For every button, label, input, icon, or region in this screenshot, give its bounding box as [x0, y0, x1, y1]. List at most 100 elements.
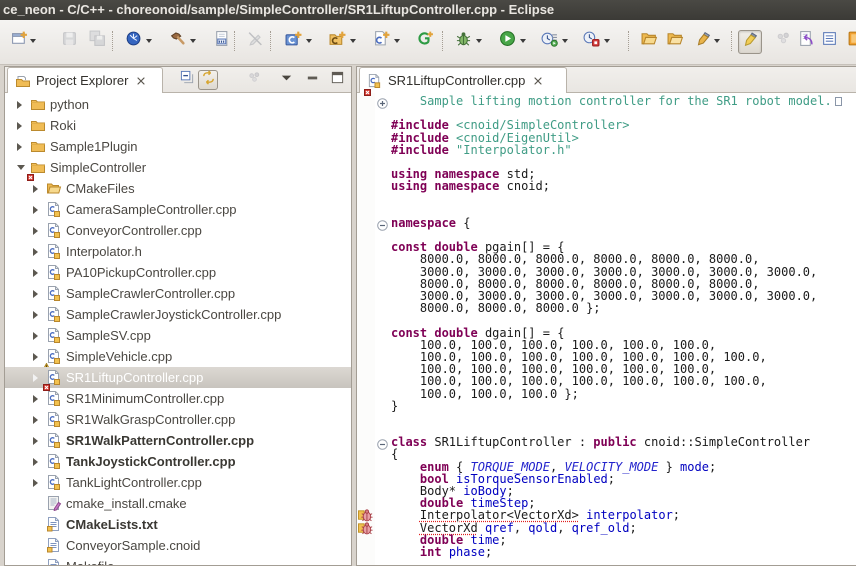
code-line: #include "Interpolator.h" — [391, 144, 842, 156]
expand-arrow[interactable] — [33, 248, 38, 256]
tab-sr1liftupcontroller[interactable]: SR1LiftupController.cpp — [359, 67, 567, 93]
debug-bug-dropdown-arrow[interactable] — [476, 39, 482, 43]
maximize-button[interactable] — [327, 70, 347, 90]
code-line — [391, 193, 842, 205]
collapse-all-button[interactable] — [177, 70, 197, 90]
binary-file-button[interactable] — [210, 30, 232, 52]
expand-arrow[interactable] — [33, 332, 38, 340]
tree-item-python[interactable]: python — [5, 94, 351, 115]
new-c-file-dropdown-arrow[interactable] — [394, 39, 400, 43]
expand-arrow[interactable] — [33, 227, 38, 235]
expand-arrow[interactable] — [33, 458, 38, 466]
view-menu-button[interactable] — [276, 70, 296, 90]
expand-arrow[interactable] — [33, 416, 38, 424]
marker-pen-dropdown-arrow[interactable] — [714, 39, 720, 43]
expand-arrow[interactable] — [33, 206, 38, 214]
fold-collapse-icon[interactable] — [377, 218, 388, 229]
tree-item-sample1plugin[interactable]: Sample1Plugin — [5, 136, 351, 157]
open-folder-button[interactable] — [638, 30, 660, 52]
tree-item-camerasamplecontroller-cpp[interactable]: CameraSampleController.cpp — [5, 199, 351, 220]
expand-arrow[interactable] — [33, 311, 38, 319]
build-hammer-button[interactable] — [166, 30, 188, 52]
run-history-button[interactable] — [538, 30, 560, 52]
terminate-dropdown-arrow[interactable] — [604, 39, 610, 43]
build-hammer-dropdown-arrow[interactable] — [190, 39, 196, 43]
maximize-icon — [330, 70, 345, 90]
fold-expand-icon[interactable] — [377, 96, 388, 107]
new-wizard-button[interactable] — [8, 30, 30, 52]
new-wizard-dropdown-arrow[interactable] — [30, 39, 36, 43]
tree-item-pa10pickupcontroller-cpp[interactable]: PA10PickupController.cpp — [5, 262, 351, 283]
new-c-file-button[interactable] — [370, 30, 392, 52]
outline-list-button[interactable] — [818, 30, 840, 52]
expand-arrow[interactable] — [17, 122, 22, 130]
tree-item-tanklightcontroller-cpp[interactable]: TankLightController.cpp — [5, 472, 351, 493]
new-c-folder-dropdown-arrow[interactable] — [350, 39, 356, 43]
new-wizard-icon — [11, 30, 28, 52]
close-icon[interactable] — [532, 75, 544, 87]
tree-item-cmake-install-cmake[interactable]: cmake_install.cmake — [5, 493, 351, 514]
tab-project-explorer[interactable]: Project Explorer — [7, 67, 163, 93]
expand-arrow[interactable] — [33, 185, 38, 193]
new-c-project-button[interactable] — [282, 30, 304, 52]
expand-arrow[interactable] — [33, 479, 38, 487]
tree-item-label: SampleSV.cpp — [66, 325, 151, 346]
run-button[interactable] — [496, 30, 518, 52]
doc-cpp-icon — [46, 327, 62, 343]
toolbar-separator — [270, 31, 271, 51]
expand-arrow[interactable] — [33, 374, 38, 382]
tree-item-sr1liftupcontroller-cpp[interactable]: SR1LiftupController.cpp — [5, 367, 351, 388]
minimize-button[interactable] — [302, 70, 322, 90]
expand-arrow[interactable] — [33, 290, 38, 298]
tree-item-sr1minimumcontroller-cpp[interactable]: SR1MinimumController.cpp — [5, 388, 351, 409]
tree-item-simplevehicle-cpp[interactable]: SimpleVehicle.cpp — [5, 346, 351, 367]
tree-item-samplecrawlerjoystickcontroller-cpp[interactable]: SampleCrawlerJoystickController.cpp — [5, 304, 351, 325]
tree-item-makefile[interactable]: Makefile — [5, 556, 351, 565]
terminate-button[interactable] — [580, 30, 602, 52]
expand-arrow[interactable] — [17, 101, 22, 109]
tree-item-cmakefiles[interactable]: CMakeFiles — [5, 178, 351, 199]
expand-arrow[interactable] — [33, 395, 38, 403]
debug-bug-button[interactable] — [452, 30, 474, 52]
tree-item-cmakelists-txt[interactable]: CMakeLists.txt — [5, 514, 351, 535]
close-icon[interactable] — [135, 75, 147, 87]
tree-item-conveyorcontroller-cpp[interactable]: ConveyorController.cpp — [5, 220, 351, 241]
open-folder-icon — [641, 30, 658, 52]
code-line: } — [391, 400, 842, 412]
tree-item-samplecrawlercontroller-cpp[interactable]: SampleCrawlerController.cpp — [5, 283, 351, 304]
run-history-dropdown-arrow[interactable] — [562, 39, 568, 43]
expand-arrow[interactable] — [33, 269, 38, 277]
link-editor-button[interactable] — [198, 70, 218, 90]
profile-clock-dropdown-arrow[interactable] — [146, 39, 152, 43]
outline-list-icon — [821, 30, 838, 52]
expand-arrow[interactable] — [17, 165, 25, 170]
fold-collapse-icon[interactable] — [377, 437, 388, 448]
tree-item-label: SR1WalkGraspController.cpp — [66, 409, 235, 430]
tree-item-roki[interactable]: Roki — [5, 115, 351, 136]
cpp-file-icon — [367, 73, 383, 89]
profile-clock-button[interactable] — [122, 30, 144, 52]
annotation-ruler — [357, 93, 375, 565]
tree-item-simplecontroller[interactable]: SimpleController — [5, 157, 351, 178]
new-c-folder-button[interactable] — [326, 30, 348, 52]
clipped-button[interactable] — [844, 30, 856, 52]
tree-item-conveyorsample-cnoid[interactable]: ConveyorSample.cnoid — [5, 535, 351, 556]
marker-pen-button[interactable] — [692, 30, 714, 52]
last-edit-button[interactable] — [794, 30, 816, 52]
g-plus-button[interactable] — [414, 30, 436, 52]
expand-arrow[interactable] — [17, 143, 22, 151]
code-editor[interactable]: Sample lifting motion controller for the… — [357, 93, 856, 565]
expand-arrow[interactable] — [33, 353, 38, 361]
tree-item-tankjoystickcontroller-cpp[interactable]: TankJoystickController.cpp — [5, 451, 351, 472]
expand-arrow[interactable] — [33, 437, 38, 445]
run-dropdown-arrow[interactable] — [520, 39, 526, 43]
tree-item-label: ConveyorController.cpp — [66, 220, 202, 241]
tree-item-samplesv-cpp[interactable]: SampleSV.cpp — [5, 325, 351, 346]
new-c-project-dropdown-arrow[interactable] — [306, 39, 312, 43]
open-folder2-button[interactable] — [664, 30, 686, 52]
toolbar-separator — [442, 31, 443, 51]
tree-item-sr1walkpatterncontroller-cpp[interactable]: SR1WalkPatternController.cpp — [5, 430, 351, 451]
tree-item-interpolator-h[interactable]: Interpolator.h — [5, 241, 351, 262]
highlighter-button[interactable] — [738, 30, 762, 54]
tree-item-sr1walkgraspcontroller-cpp[interactable]: SR1WalkGraspController.cpp — [5, 409, 351, 430]
